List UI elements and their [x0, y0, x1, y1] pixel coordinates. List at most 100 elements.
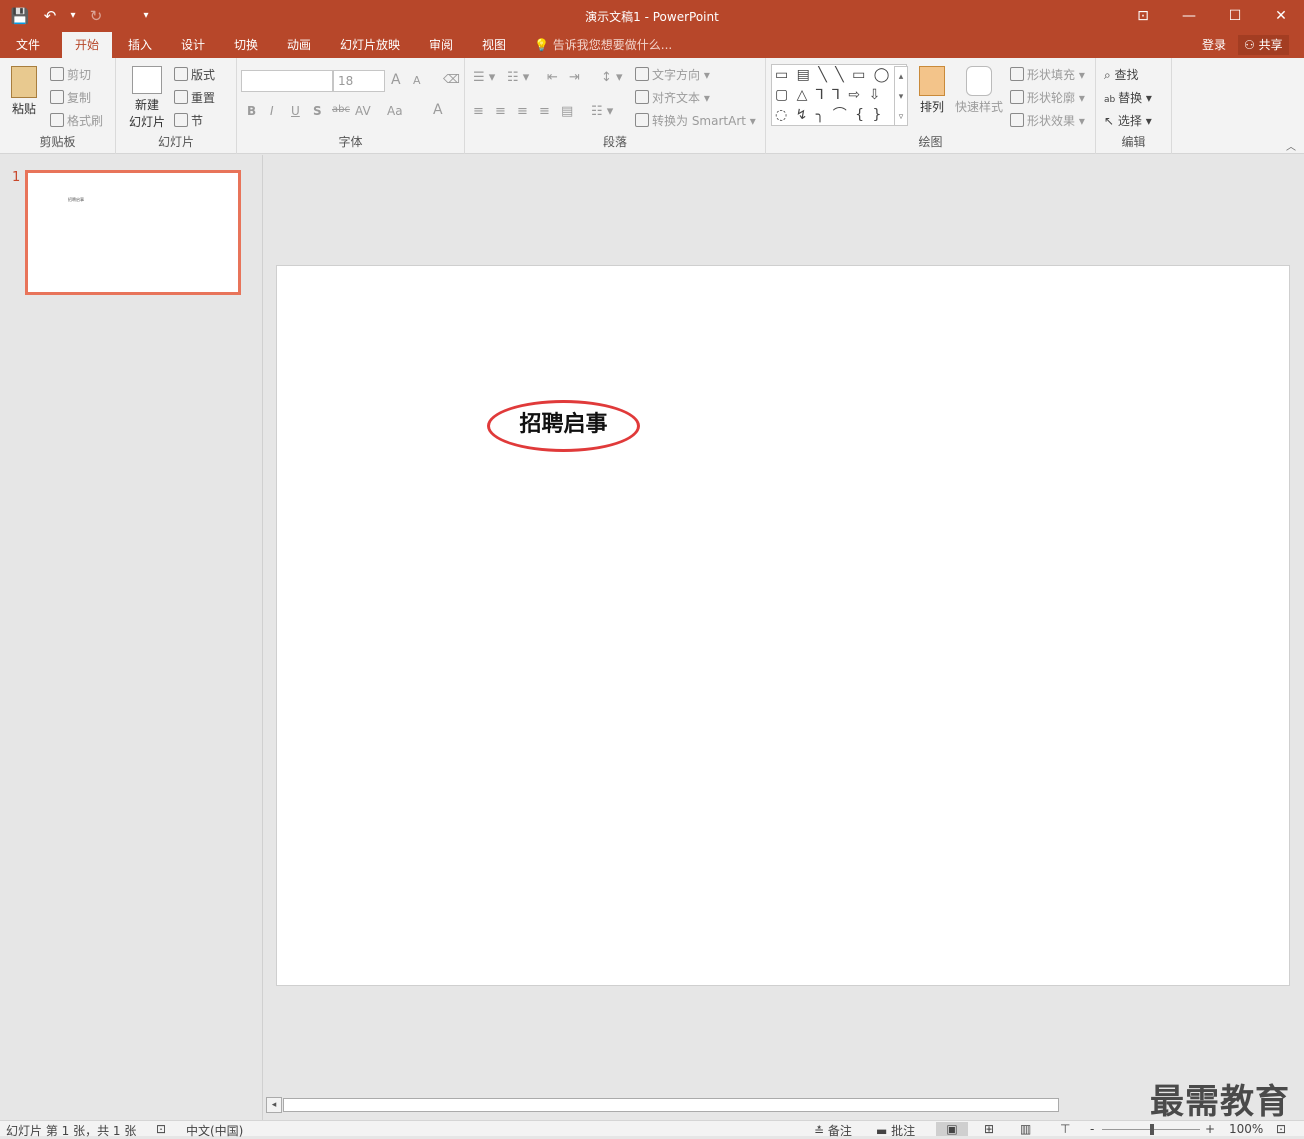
- ribbon-display-options-icon[interactable]: ⊡: [1120, 0, 1166, 32]
- slideshow-icon[interactable]: ⊤: [1060, 1122, 1070, 1136]
- zoom-slider-knob[interactable]: [1150, 1124, 1154, 1135]
- underline-button[interactable]: U: [291, 104, 300, 118]
- shapes-gallery[interactable]: ▭ ▤ ╲ ╲ ▭ ◯ ▢ △ ⅂ ⅂ ⇨ ⇩ ◌ ↯ ╮ ⌒ { }: [771, 64, 907, 126]
- clear-format-icon[interactable]: ⌫: [443, 72, 460, 86]
- shadow-button[interactable]: S: [313, 104, 322, 118]
- shape-outline-label: 形状轮廓: [1027, 91, 1076, 105]
- group-label-drawing: 绘图: [918, 135, 943, 149]
- layout-button[interactable]: 版式: [174, 66, 215, 83]
- tell-me-search[interactable]: 💡 告诉我您想要做什么...: [534, 32, 672, 58]
- bold-button[interactable]: B: [247, 104, 256, 118]
- format-painter-button[interactable]: 格式刷: [50, 112, 103, 129]
- change-case-button[interactable]: Aa: [387, 104, 403, 118]
- line-spacing-icon[interactable]: ↕ ▾: [601, 70, 623, 85]
- copy-button[interactable]: 复制: [50, 89, 91, 106]
- slide-thumbnail[interactable]: 招聘启事: [25, 170, 241, 295]
- zoom-out-button[interactable]: -: [1090, 1122, 1094, 1136]
- decrease-indent-icon[interactable]: ⇤: [547, 70, 558, 85]
- shrink-font-button[interactable]: A: [413, 74, 421, 87]
- character-spacing-button[interactable]: AV: [355, 104, 371, 118]
- spell-check-icon[interactable]: ⊡: [156, 1122, 166, 1136]
- language-indicator[interactable]: 中文(中国): [186, 1122, 243, 1139]
- share-button[interactable]: ⚇ 共享: [1238, 35, 1289, 55]
- increase-indent-icon[interactable]: ⇥: [569, 70, 580, 85]
- share-label: 共享: [1258, 38, 1283, 52]
- reset-button[interactable]: 重置: [174, 89, 215, 106]
- tab-design[interactable]: 设计: [175, 32, 211, 58]
- grow-font-button[interactable]: A: [391, 72, 401, 88]
- comments-button[interactable]: ▬ 批注: [876, 1122, 915, 1139]
- scroll-left-icon[interactable]: ◂: [266, 1097, 282, 1113]
- align-right-icon[interactable]: ≡: [517, 104, 528, 119]
- align-text-icon: [635, 90, 649, 104]
- section-button[interactable]: 节: [174, 112, 203, 129]
- align-text-label: 对齐文本: [652, 91, 701, 105]
- notes-button[interactable]: ≛ 备注: [814, 1122, 852, 1139]
- align-left-icon[interactable]: ≡: [473, 104, 484, 119]
- shape-outline-button[interactable]: 形状轮廓 ▾: [1010, 89, 1085, 106]
- align-text-button[interactable]: 对齐文本 ▾: [635, 89, 710, 106]
- replace-button[interactable]: ab 替换 ▾: [1104, 89, 1152, 106]
- select-button[interactable]: ↖ 选择 ▾: [1104, 112, 1152, 129]
- replace-icon: ab: [1104, 95, 1119, 105]
- arrange-button[interactable]: 排列: [916, 66, 948, 115]
- align-center-icon[interactable]: ≡: [495, 104, 506, 119]
- reading-view-icon[interactable]: ▥: [1020, 1122, 1031, 1136]
- tab-home[interactable]: 开始: [62, 32, 112, 58]
- quick-styles-button[interactable]: 快速样式: [952, 66, 1006, 115]
- bullets-icon[interactable]: ☰ ▾: [473, 70, 495, 85]
- group-label-paragraph: 段落: [602, 135, 627, 149]
- horizontal-scrollbar[interactable]: ◂: [266, 1096, 1304, 1114]
- maximize-button[interactable]: ☐: [1212, 0, 1258, 32]
- tab-transitions[interactable]: 切换: [228, 32, 264, 58]
- zoom-in-button[interactable]: +: [1205, 1122, 1215, 1136]
- tab-slideshow[interactable]: 幻灯片放映: [334, 32, 406, 58]
- shapes-scroll[interactable]: ▴ ▾ ▿: [894, 66, 908, 126]
- font-size-combo[interactable]: 18: [333, 70, 385, 92]
- distributed-icon[interactable]: ▤: [561, 104, 573, 119]
- paste-button[interactable]: 粘贴: [6, 66, 42, 117]
- current-slide[interactable]: 招聘启事: [276, 265, 1290, 986]
- scrollbar-thumb[interactable]: [283, 1098, 1059, 1112]
- tab-insert[interactable]: 插入: [122, 32, 158, 58]
- tab-review[interactable]: 审阅: [423, 32, 459, 58]
- slide-title-text[interactable]: 招聘启事: [487, 406, 640, 438]
- fit-to-window-icon[interactable]: ⊡: [1276, 1122, 1286, 1136]
- cut-button[interactable]: 剪切: [50, 66, 91, 83]
- group-drawing: ▭ ▤ ╲ ╲ ▭ ◯ ▢ △ ⅂ ⅂ ⇨ ⇩ ◌ ↯ ╮ ⌒ { } ▴ ▾ ▿ …: [766, 58, 1096, 154]
- text-direction-icon: [635, 67, 649, 81]
- new-slide-label2: 幻灯片: [128, 115, 165, 129]
- zoom-level[interactable]: 100%: [1229, 1122, 1263, 1136]
- justify-icon[interactable]: ≡: [539, 104, 550, 119]
- close-button[interactable]: ✕: [1258, 0, 1304, 32]
- shape-effects-button[interactable]: 形状效果 ▾: [1010, 112, 1085, 129]
- login-link[interactable]: 登录: [1202, 32, 1226, 58]
- convert-smartart-button[interactable]: 转换为 SmartArt ▾: [635, 112, 756, 129]
- shape-fill-button[interactable]: 形状填充 ▾: [1010, 66, 1085, 83]
- collapse-ribbon-icon[interactable]: ︿: [1286, 138, 1296, 153]
- pen-icon: [1010, 90, 1024, 104]
- scissors-icon: [50, 67, 64, 81]
- font-color-button[interactable]: A: [433, 102, 443, 118]
- section-label: 节: [191, 114, 204, 128]
- numbering-icon[interactable]: ☷ ▾: [507, 70, 529, 85]
- text-direction-button[interactable]: 文字方向 ▾: [635, 66, 710, 83]
- normal-view-icon[interactable]: ▣: [936, 1122, 968, 1136]
- slide-thumbnail-pane: 1 招聘启事: [0, 155, 263, 1120]
- status-bar: 幻灯片 第 1 张，共 1 张 ⊡ 中文(中国) ≛ 备注 ▬ 批注 ▣ ⊞ ▥…: [0, 1120, 1304, 1139]
- tab-view[interactable]: 视图: [476, 32, 512, 58]
- strikethrough-button[interactable]: abc: [332, 104, 350, 115]
- cut-label: 剪切: [67, 68, 92, 82]
- tab-file[interactable]: 文件: [10, 32, 46, 58]
- slide-sorter-icon[interactable]: ⊞: [984, 1122, 994, 1136]
- minimize-button[interactable]: —: [1166, 0, 1212, 32]
- italic-button[interactable]: I: [270, 104, 274, 118]
- columns-icon[interactable]: ☷ ▾: [591, 104, 613, 119]
- find-button[interactable]: ⌕ 查找: [1104, 66, 1139, 83]
- new-slide-icon: [132, 66, 162, 94]
- font-name-combo[interactable]: [241, 70, 333, 92]
- shapes-row-3: ◌ ↯ ╮ ⌒ { }: [775, 107, 884, 123]
- ribbon-tabs: 文件 开始 插入 设计 切换 动画 幻灯片放映 审阅 视图 💡 告诉我您想要做什…: [0, 32, 1304, 58]
- new-slide-button[interactable]: 新建 幻灯片: [122, 66, 172, 130]
- tab-animations[interactable]: 动画: [281, 32, 317, 58]
